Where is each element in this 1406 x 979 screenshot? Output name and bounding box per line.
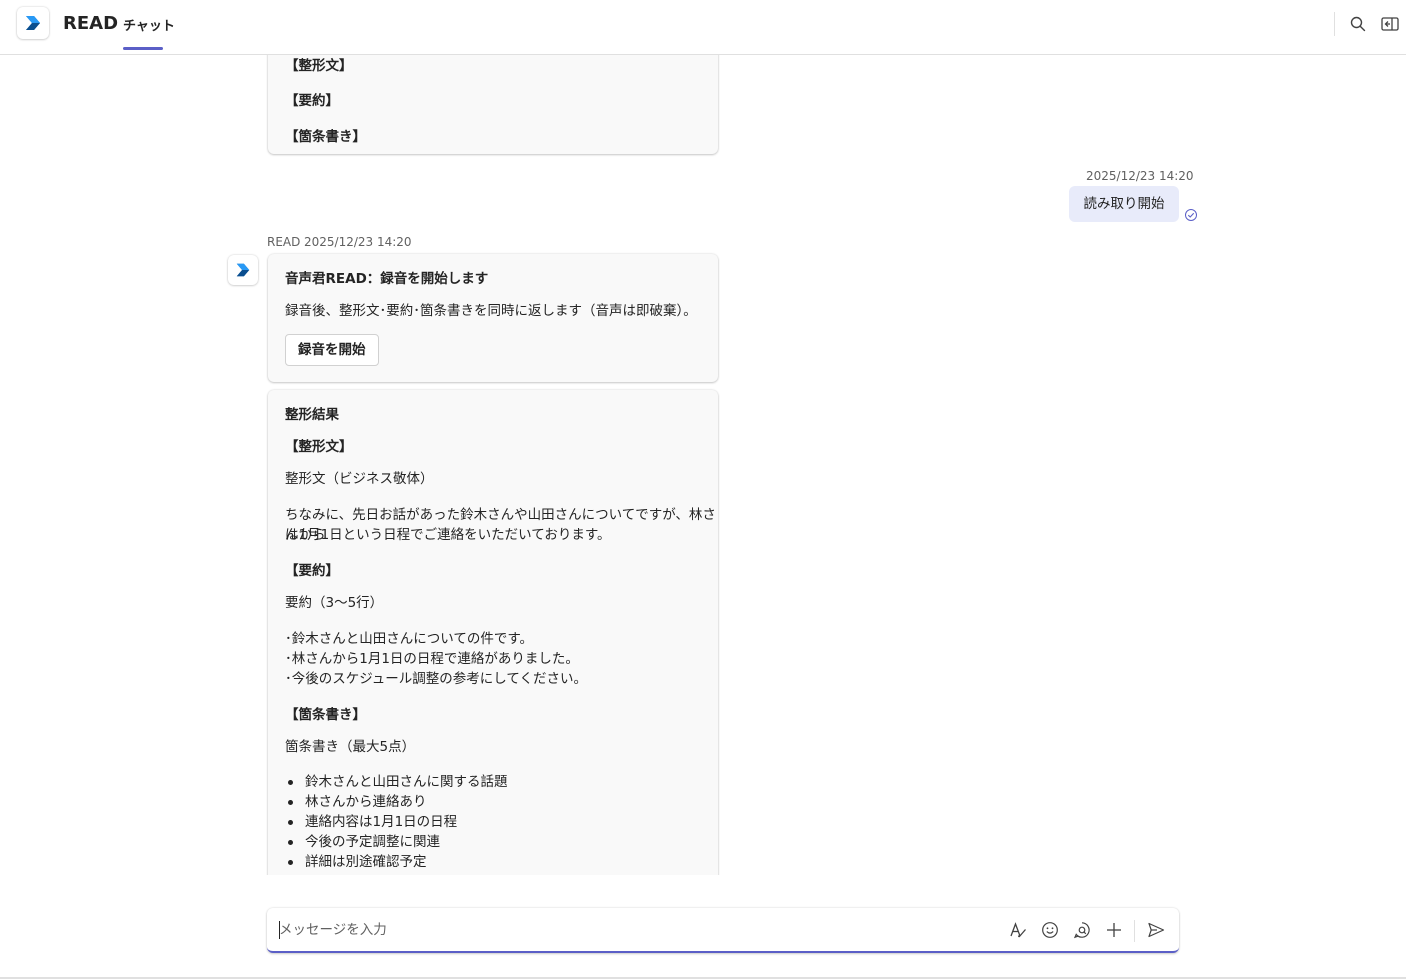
bot-timestamp: 2025/12/23 14:20 (304, 235, 412, 249)
previous-message-card: 【整形文】 【要約】 【箇条書き】 (268, 55, 718, 154)
list-item: 連絡内容は1月1日の日程 (285, 812, 508, 832)
prev-heading-summary: 【要約】 (285, 93, 339, 109)
list-item: 林さんから連絡あり (285, 792, 508, 812)
sent-timestamp: 2025/12/23 14:20 (1086, 169, 1194, 183)
open-pane-icon[interactable] (1378, 12, 1402, 36)
heading-formatted: 【整形文】 (285, 439, 353, 455)
format-icon[interactable] (1007, 919, 1029, 941)
formatted-text-line: は1月1日という日程でご連絡をいただいております。 (285, 527, 611, 543)
bullets-subtitle: 箇条書き（最大5点） (285, 739, 416, 755)
formatted-subtitle: 整形文（ビジネス敬体） (285, 471, 434, 487)
start-recording-button[interactable]: 録音を開始 (285, 334, 379, 366)
formatting-result-card: 整形結果 【整形文】 整形文（ビジネス敬体） ちなみに、先日お話があった鈴木さん… (268, 390, 718, 875)
heading-bullets: 【箇条書き】 (285, 707, 366, 723)
summary-line: ･鈴木さんと山田さんについての件です。 (285, 631, 533, 647)
list-item: 詳細は別途確認予定 (285, 852, 508, 872)
message-input[interactable] (279, 918, 979, 942)
compose-box (267, 908, 1179, 953)
app-title: READ (63, 13, 119, 34)
card1-title: 音声君READ：録音を開始します (285, 271, 489, 287)
plus-icon[interactable] (1103, 919, 1125, 941)
list-item: 今後の予定調整に関連 (285, 832, 508, 852)
chat-message-list[interactable]: 【整形文】 【要約】 【箇条書き】 2025/12/23 14:20 読み取り開… (0, 55, 1406, 875)
prev-heading-formatted: 【整形文】 (285, 58, 353, 74)
bot-avatar[interactable] (228, 255, 258, 285)
summary-subtitle: 要約（3〜5行） (285, 595, 384, 611)
tab-chat[interactable]: チャット (123, 15, 175, 34)
tab-active-indicator (123, 47, 163, 50)
compose-divider (1134, 920, 1135, 942)
bullet-list: 鈴木さんと山田さんに関する話題 林さんから連絡あり 連絡内容は1月1日の日程 今… (285, 772, 508, 872)
loop-icon[interactable] (1071, 919, 1093, 941)
heading-summary: 【要約】 (285, 563, 339, 579)
emoji-icon[interactable] (1039, 919, 1061, 941)
app-header: READ チャット (0, 0, 1406, 55)
summary-line: ･今後のスケジュール調整の参考にしてください。 (285, 671, 587, 687)
summary-line: ･林さんから1月1日の日程で連絡がありました。 (285, 651, 579, 667)
card1-body: 録音後、整形文･要約･箇条書きを同時に返します（音声は即破棄）。 (285, 303, 697, 319)
read-receipt-icon (1184, 208, 1198, 222)
app-logo-icon[interactable] (17, 7, 49, 39)
sent-message-bubble[interactable]: 読み取り開始 (1069, 186, 1179, 222)
send-icon[interactable] (1145, 919, 1167, 941)
recording-start-card: 音声君READ：録音を開始します 録音後、整形文･要約･箇条書きを同時に返します… (268, 254, 718, 382)
text-caret (279, 921, 280, 939)
list-item: 鈴木さんと山田さんに関する話題 (285, 772, 508, 792)
card2-title: 整形結果 (285, 407, 339, 423)
prev-heading-bullets: 【箇条書き】 (285, 129, 366, 145)
search-icon[interactable] (1346, 12, 1370, 36)
bot-sender-name: READ (267, 235, 301, 249)
header-divider (1334, 12, 1335, 36)
